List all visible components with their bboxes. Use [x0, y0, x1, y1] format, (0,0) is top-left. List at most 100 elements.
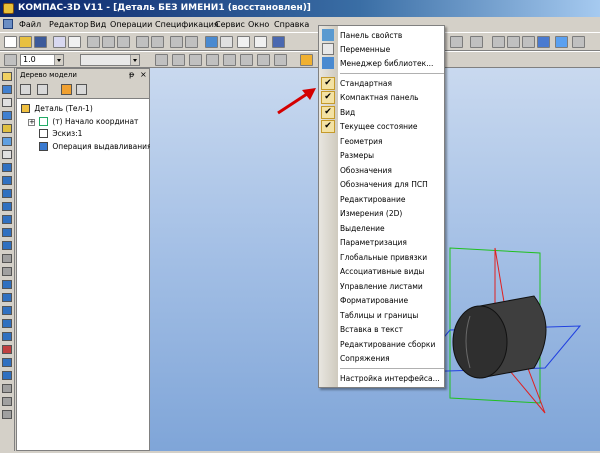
tree-part-icon[interactable]: [61, 84, 72, 95]
expand-icon[interactable]: +: [28, 119, 35, 126]
new-file-icon[interactable]: [4, 36, 17, 48]
spec-icon[interactable]: [2, 397, 12, 406]
parametric-icon[interactable]: [274, 54, 287, 66]
fillet-icon[interactable]: [2, 150, 12, 159]
step-icon[interactable]: [257, 54, 270, 66]
menu-item-selection[interactable]: Выделение: [340, 222, 385, 235]
save-icon[interactable]: [34, 36, 47, 48]
sketch-icon[interactable]: [2, 98, 12, 107]
overflow-icon[interactable]: [272, 36, 285, 48]
print-icon[interactable]: [68, 36, 81, 48]
tree-item-sketch[interactable]: Эскиз:1: [39, 129, 82, 139]
wireframe-icon[interactable]: [492, 36, 505, 48]
help-cursor-icon[interactable]: [254, 36, 267, 48]
chevron-down-icon[interactable]: [54, 55, 63, 65]
menu-help[interactable]: Справка: [274, 17, 309, 32]
draft-icon[interactable]: [2, 215, 12, 224]
menu-item-geometry[interactable]: Геометрия: [340, 135, 383, 148]
tree-item-origin[interactable]: (т) Начало координат: [39, 117, 138, 127]
menu-file[interactable]: Файл: [19, 17, 41, 32]
sketch-mode-icon[interactable]: [300, 54, 313, 66]
rib-icon[interactable]: [2, 202, 12, 211]
report-icon[interactable]: [2, 410, 12, 419]
menu-item-designations[interactable]: Обозначения: [340, 164, 392, 177]
ortho-icon[interactable]: [206, 54, 219, 66]
menu-window[interactable]: Окно: [248, 17, 269, 32]
tree-item-extrusion[interactable]: Операция выдавливания:: [39, 142, 154, 152]
cut-revolve-icon[interactable]: [2, 241, 12, 250]
tree-filter-icon[interactable]: [37, 84, 48, 95]
copy-icon[interactable]: [102, 36, 115, 48]
format-icon[interactable]: [151, 36, 164, 48]
menu-view[interactable]: Вид: [90, 17, 106, 32]
array-icon[interactable]: [2, 267, 12, 276]
tree-settings-icon[interactable]: [76, 84, 87, 95]
menu-item-compact-panel[interactable]: Компактная панель: [340, 91, 419, 104]
kinematic-icon[interactable]: [2, 137, 12, 146]
section-icon[interactable]: [2, 254, 12, 263]
menu-item-standard[interactable]: Стандартная: [340, 77, 392, 90]
measure-icon[interactable]: [2, 345, 12, 354]
menu-item-variables[interactable]: Переменные: [340, 43, 390, 56]
document-icon[interactable]: [3, 19, 13, 29]
extrude-icon[interactable]: [2, 85, 12, 94]
loft-icon[interactable]: [2, 124, 12, 133]
paste-icon[interactable]: [117, 36, 130, 48]
plane-icon[interactable]: [2, 358, 12, 367]
orientation-icon[interactable]: [470, 36, 483, 48]
snap-icon[interactable]: [155, 54, 168, 66]
filter-icon[interactable]: [2, 384, 12, 393]
hole-icon[interactable]: [2, 176, 12, 185]
menu-item-global-snaps[interactable]: Глобальные привязки: [340, 251, 427, 264]
line-style-icon[interactable]: [4, 54, 17, 66]
shell-icon[interactable]: [2, 189, 12, 198]
menu-item-designations-psp[interactable]: Обозначения для ПСП: [340, 178, 428, 191]
scale-icon[interactable]: [240, 54, 253, 66]
menu-item-mates[interactable]: Сопряжения: [340, 352, 390, 365]
menu-item-insert-text[interactable]: Вставка в текст: [340, 323, 403, 336]
mirror-icon[interactable]: [2, 280, 12, 289]
print-preview-icon[interactable]: [53, 36, 66, 48]
menu-item-properties-panel[interactable]: Панель свойств: [340, 29, 402, 42]
pin-icon[interactable]: ᵽ: [129, 69, 134, 81]
edit-details-icon[interactable]: [2, 72, 12, 81]
menu-item-view[interactable]: Вид: [340, 106, 355, 119]
layer-select[interactable]: [80, 54, 140, 66]
menu-item-measurements-2d[interactable]: Измерения (2D): [340, 207, 402, 220]
surface-icon[interactable]: [2, 319, 12, 328]
rotate-icon[interactable]: [450, 36, 463, 48]
manager-icon[interactable]: [205, 36, 218, 48]
menu-item-library-manager[interactable]: Менеджер библиотек...: [340, 57, 433, 70]
fx-variables-icon[interactable]: [237, 36, 250, 48]
menu-item-customize-interface[interactable]: Настройка интерфейса...: [340, 372, 440, 385]
tree-item-part[interactable]: Деталь (Тел-1): [21, 104, 93, 114]
undo-icon[interactable]: [170, 36, 183, 48]
grid-icon[interactable]: [189, 54, 202, 66]
hidden-lines-icon[interactable]: [507, 36, 520, 48]
menu-specification[interactable]: Спецификация: [155, 17, 219, 32]
menu-item-associative-views[interactable]: Ассоциативные виды: [340, 265, 424, 278]
thin-lines-icon[interactable]: [522, 36, 535, 48]
menu-item-parametrization[interactable]: Параметризация: [340, 236, 407, 249]
perspective-icon[interactable]: [555, 36, 568, 48]
chevron-down-icon[interactable]: [130, 55, 139, 65]
cut-extrude-icon[interactable]: [2, 228, 12, 237]
menu-service[interactable]: Сервис: [215, 17, 245, 32]
view-settings-icon[interactable]: [572, 36, 585, 48]
menu-item-sheet-management[interactable]: Управление листами: [340, 280, 423, 293]
coordinates-icon[interactable]: [172, 54, 185, 66]
menu-item-dimensions[interactable]: Размеры: [340, 149, 374, 162]
thread-icon[interactable]: [2, 306, 12, 315]
split-icon[interactable]: [2, 293, 12, 302]
tree-structure-icon[interactable]: [20, 84, 31, 95]
menu-item-editing[interactable]: Редактирование: [340, 193, 405, 206]
menu-item-assembly-editing[interactable]: Редактирование сборки: [340, 338, 435, 351]
chamfer-icon[interactable]: [2, 163, 12, 172]
revolve-icon[interactable]: [2, 111, 12, 120]
halftone-icon[interactable]: [537, 36, 550, 48]
menu-item-formatting[interactable]: Форматирование: [340, 294, 408, 307]
line-width-select[interactable]: 1.0: [20, 54, 64, 66]
local-cs-icon[interactable]: [223, 54, 236, 66]
axis-icon[interactable]: [2, 371, 12, 380]
menu-editor[interactable]: Редактор: [49, 17, 89, 32]
